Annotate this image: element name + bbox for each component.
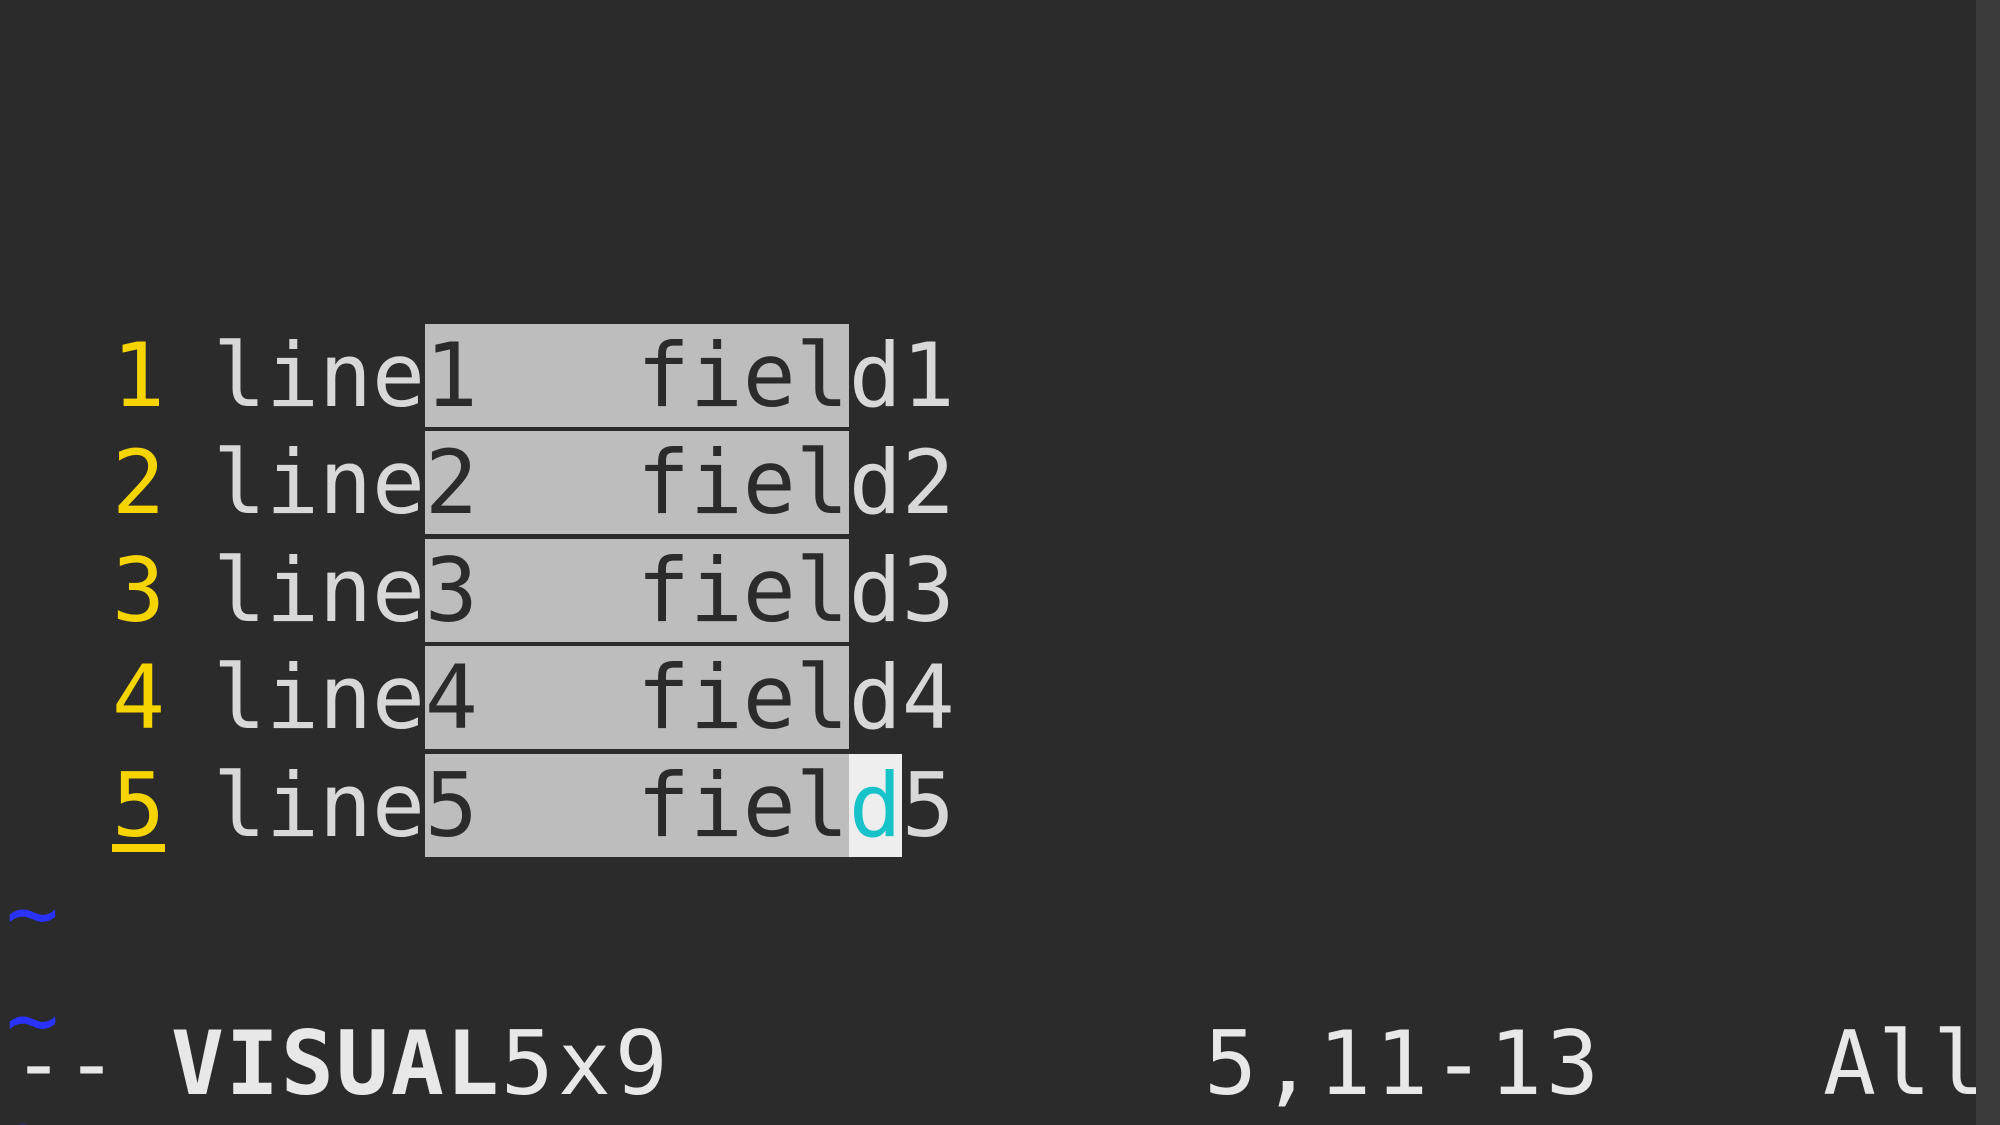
text-line[interactable]: 2 line2 field2 xyxy=(0,429,2000,536)
cursor-cell: d xyxy=(849,754,902,857)
status-bar: -- VISUAL 5x9 5,11-13 All xyxy=(0,1010,2000,1125)
line-content[interactable]: line2 field2 xyxy=(213,429,955,536)
line-number: 2 xyxy=(0,429,165,536)
text-segment: line xyxy=(213,754,425,857)
scrollbar-track[interactable] xyxy=(1976,0,2000,1125)
visual-selection: 2 fiel xyxy=(425,431,849,534)
text-line[interactable]: 3 line3 field3 xyxy=(0,537,2000,644)
cursor-position: 5,11-13 xyxy=(1204,1010,1603,1117)
scroll-percent: All xyxy=(1823,1010,1988,1117)
text-segment: line xyxy=(213,539,425,642)
text-segment: d3 xyxy=(849,539,955,642)
line-number: 3 xyxy=(0,537,165,644)
mode-text: VISUAL xyxy=(171,1010,501,1117)
visual-selection: 1 fiel xyxy=(425,324,849,427)
vim-editor[interactable]: 1 line1 field12 line2 field23 line3 fiel… xyxy=(0,0,2000,1125)
block-dimensions: 5x9 xyxy=(501,1010,672,1117)
text-segment: d4 xyxy=(849,646,955,749)
line-content[interactable]: line3 field3 xyxy=(213,537,955,644)
mode-dashes: -- xyxy=(12,1010,171,1117)
text-segment: d2 xyxy=(849,431,955,534)
text-segment: line xyxy=(213,646,425,749)
line-number: 4 xyxy=(0,644,165,751)
text-area[interactable]: 1 line1 field12 line2 field23 line3 fiel… xyxy=(0,322,2000,1125)
visual-selection: 3 fiel xyxy=(425,539,849,642)
tilde-icon: ~ xyxy=(0,859,59,966)
text-segment: 5 xyxy=(902,754,955,857)
line-content[interactable]: line4 field4 xyxy=(213,644,955,751)
text-line[interactable]: 4 line4 field4 xyxy=(0,644,2000,751)
text-segment: d1 xyxy=(849,324,955,427)
line-content[interactable]: line5 field5 xyxy=(213,752,955,859)
text-segment: line xyxy=(213,431,425,534)
visual-selection: 4 fiel xyxy=(425,646,849,749)
text-segment: line xyxy=(213,324,425,427)
line-number: 1 xyxy=(0,322,165,429)
line-number: 5 xyxy=(0,752,165,859)
visual-selection: 5 fiel xyxy=(425,754,849,857)
scrollbar-thumb[interactable] xyxy=(1976,0,2000,1125)
text-line[interactable]: 1 line1 field1 xyxy=(0,322,2000,429)
empty-line: ~ xyxy=(0,859,2000,966)
text-line[interactable]: 5 line5 field5 xyxy=(0,752,2000,859)
line-content[interactable]: line1 field1 xyxy=(213,322,955,429)
